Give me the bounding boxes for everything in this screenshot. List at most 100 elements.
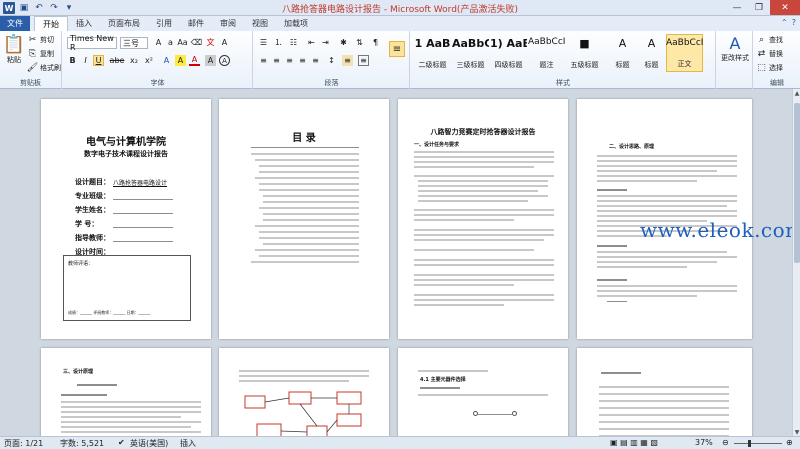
replace-button[interactable]: ⇄ 替换 <box>756 48 783 59</box>
strikethrough-button[interactable]: abe <box>109 55 125 66</box>
maximize-icon[interactable]: ❐ <box>748 0 770 15</box>
highlight-icon[interactable]: A <box>175 55 186 66</box>
font-color-icon[interactable]: A <box>189 55 200 66</box>
align-center-icon[interactable]: ≡ <box>271 55 282 66</box>
style-heading5[interactable]: ■ 五级标题 <box>566 34 603 72</box>
copy-button[interactable]: ⎘ 复制 <box>27 48 54 59</box>
cover-field-id: 学 号： <box>75 220 99 228</box>
shading-icon[interactable]: ≡ <box>342 55 353 66</box>
italic-button[interactable]: I <box>80 55 91 66</box>
tab-home[interactable]: 开始 <box>34 16 68 31</box>
page-truth-table[interactable] <box>577 348 752 436</box>
style-title-2[interactable]: A 标题 <box>633 34 670 72</box>
grow-font-icon[interactable]: A <box>153 37 164 48</box>
tab-view[interactable]: 视图 <box>244 16 276 31</box>
style-caption[interactable]: AaBbCcI 题注 <box>528 34 565 72</box>
cover-field-name: 学生姓名： <box>75 206 110 214</box>
bold-button[interactable]: B <box>67 55 78 66</box>
style-heading3[interactable]: AaBbC 三级标题 <box>452 34 489 72</box>
report-section-4: 4.1 主要元器件选择 <box>420 377 466 383</box>
help-icon[interactable]: ? <box>792 18 796 27</box>
char-shading-icon[interactable]: A <box>205 55 216 66</box>
scroll-thumb[interactable] <box>794 103 800 263</box>
find-button[interactable]: ⌕ 查找 <box>756 34 783 45</box>
insert-mode[interactable]: 插入 <box>180 438 196 449</box>
style-inspector-icon[interactable]: ≡ <box>389 41 405 57</box>
page-cover[interactable]: 电气与计算机学院 数字电子技术课程设计报告 设计题目： 八路抢答器电路设计 专业… <box>41 99 211 339</box>
report-section-1: 一、设计任务与要求 <box>414 142 460 148</box>
zoom-out-icon[interactable]: ⊖ <box>722 438 729 447</box>
cover-field-topic: 设计题目： <box>75 178 110 186</box>
tab-addins[interactable]: 加载项 <box>276 16 316 31</box>
page-toc[interactable]: 目 录 <box>219 99 389 339</box>
proofing-icon[interactable]: ✔ <box>118 438 125 447</box>
tab-review[interactable]: 审阅 <box>212 16 244 31</box>
tab-references[interactable]: 引用 <box>148 16 180 31</box>
align-left-icon[interactable]: ≡ <box>258 55 269 66</box>
decrease-indent-icon[interactable]: ⇤ <box>306 37 317 48</box>
sort-icon[interactable]: ⇅ <box>354 37 365 48</box>
tab-mailings[interactable]: 邮件 <box>180 16 212 31</box>
style-heading4[interactable]: 1) AaB 四级标题 <box>490 34 527 72</box>
close-icon[interactable]: ✕ <box>770 0 800 15</box>
ribbon-minimize-icon[interactable]: ⌃ <box>781 18 788 27</box>
select-button[interactable]: ⬚ 选择 <box>756 62 783 73</box>
increase-indent-icon[interactable]: ⇥ <box>320 37 331 48</box>
subscript-button[interactable]: x₂ <box>127 55 141 66</box>
tab-insert[interactable]: 插入 <box>68 16 100 31</box>
paste-button[interactable]: 📋 粘贴 <box>3 34 25 65</box>
distributed-icon[interactable]: ≡ <box>310 55 321 66</box>
status-bar: 页面: 1/21 字数: 5,521 ✔ 英语(美国) 插入 ▣ ▤ ▥ ▦ ▧… <box>0 436 800 449</box>
show-marks-icon[interactable]: ¶ <box>370 37 381 48</box>
styles-group-label: 样式 <box>556 79 570 87</box>
change-styles-button[interactable]: A 更改样式 <box>719 34 751 63</box>
format-painter-button[interactable]: 🖌 格式刷 <box>27 62 61 73</box>
zoom-in-icon[interactable]: ⊕ <box>786 438 793 447</box>
zoom-slider-thumb[interactable] <box>748 440 751 447</box>
numbering-icon[interactable]: ⒈ <box>273 37 284 48</box>
align-right-icon[interactable]: ≡ <box>284 55 295 66</box>
style-normal[interactable]: AaBbCcI 正文 <box>666 34 703 72</box>
page-block-diagram[interactable] <box>219 348 389 436</box>
page-count[interactable]: 页面: 1/21 <box>4 438 43 449</box>
page-report-1[interactable]: 八路智力竞赛定时抢答器设计报告 一、设计任务与要求 <box>398 99 568 339</box>
font-group-label: 字体 <box>150 79 165 87</box>
superscript-button[interactable]: x² <box>142 55 156 66</box>
window-controls: — ❐ ✕ <box>726 0 800 15</box>
text-effects-icon[interactable]: A <box>161 55 172 66</box>
page-report-4[interactable]: 4.1 主要元器件选择 <box>398 348 568 436</box>
tab-file[interactable]: 文件 <box>0 16 30 31</box>
report-section-2: 二、设计思路、原理 <box>609 144 655 150</box>
view-buttons[interactable]: ▣ ▤ ▥ ▦ ▧ <box>610 438 658 447</box>
change-case-icon[interactable]: Aa <box>177 37 188 48</box>
font-size-select[interactable]: 三号 <box>120 37 148 49</box>
font-name-select[interactable]: Times New R <box>67 34 117 52</box>
zoom-level[interactable]: 37% <box>695 438 713 447</box>
style-heading2[interactable]: 1 AaB 二级标题 <box>414 34 451 72</box>
language-indicator[interactable]: 英语(美国) <box>130 438 168 449</box>
shrink-font-icon[interactable]: a <box>165 37 176 48</box>
scroll-down-icon[interactable]: ▼ <box>793 428 800 436</box>
line-spacing-icon[interactable]: ↕ <box>326 55 337 66</box>
underline-button[interactable]: U <box>93 55 104 66</box>
chinese-layout-icon[interactable]: ✱ <box>338 37 349 48</box>
binoculars-icon: ⌕ <box>758 34 765 45</box>
justify-icon[interactable]: ≡ <box>297 55 308 66</box>
bullets-icon[interactable]: ☰ <box>258 37 269 48</box>
cut-button[interactable]: ✂ 剪切 <box>27 34 54 45</box>
tab-page-layout[interactable]: 页面布局 <box>100 16 148 31</box>
page-report-3[interactable]: 三、设计原理 <box>41 348 211 436</box>
scroll-up-icon[interactable]: ▲ <box>793 89 800 97</box>
enclose-char-icon[interactable]: A <box>219 55 230 66</box>
multilevel-list-icon[interactable]: ☷ <box>288 37 299 48</box>
window-title: 八路抢答器电路设计报告 - Microsoft Word(产品激活失败) <box>282 5 518 15</box>
vertical-scrollbar[interactable]: ▲ ▼ <box>792 89 800 436</box>
word-count[interactable]: 字数: 5,521 <box>60 438 104 449</box>
document-area[interactable]: 电气与计算机学院 数字电子技术课程设计报告 设计题目： 八路抢答器电路设计 专业… <box>0 89 792 436</box>
phonetic-icon[interactable]: 文 <box>205 37 216 48</box>
zoom-slider[interactable] <box>734 443 782 444</box>
clear-format-icon[interactable]: ⌫ <box>191 37 202 48</box>
borders-icon[interactable]: ≡ <box>358 55 369 66</box>
minimize-icon[interactable]: — <box>726 0 748 15</box>
char-border-icon[interactable]: A <box>219 37 230 48</box>
